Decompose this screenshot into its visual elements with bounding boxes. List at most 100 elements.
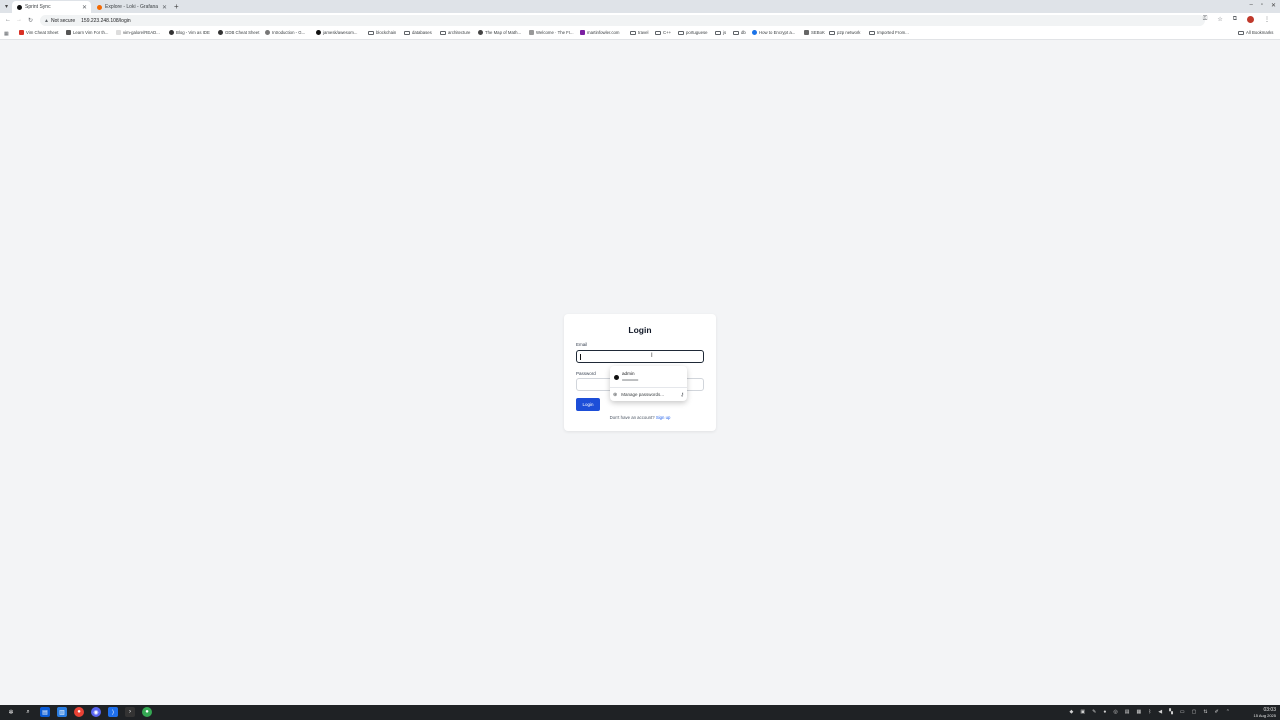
tray-app-icon[interactable]: ▦ [1136,709,1141,715]
password-manager-icon: ⊛ [613,391,618,398]
chrome-alt-icon[interactable]: ● [142,707,152,717]
tray-app-icon[interactable]: ● [1103,709,1106,715]
tab-bar: ▾ Sprint Sync ✕ Explore - Loki - Grafana… [0,0,1280,13]
password-key-icon[interactable]: ⚿ [1203,16,1208,23]
key-icon: ⚷ [680,391,684,398]
page-icon [265,30,270,35]
manage-passwords-item[interactable]: ⊛ Manage passwords... ⚷ [613,390,684,399]
display-icon[interactable]: ▢ [1192,709,1197,715]
chrome-icon[interactable]: ● [74,707,84,717]
menu-icon[interactable]: ⋮ [1264,16,1270,23]
divider [610,387,687,388]
all-bookmarks[interactable]: All Bookmarks [1238,30,1273,35]
file-manager-icon[interactable]: ▤ [40,707,50,717]
saved-username: admin [622,371,635,376]
email-field[interactable]: I [576,350,704,363]
vim-icon [19,30,24,35]
pen-icon[interactable]: ✐ [1215,709,1219,715]
tray-app-icon[interactable]: ✎ [1092,709,1096,715]
reload-icon[interactable]: ↻ [28,17,33,24]
bookmark-folder[interactable]: p2p network [829,30,860,35]
folder-icon [715,30,721,35]
bookmark-label: Introduction - G... [272,30,306,35]
forward-icon[interactable]: → [16,17,22,23]
bookmark-folder[interactable]: C++ [655,30,671,35]
bookmark-label: jamesk/awesom... [323,30,358,35]
bookmark-item[interactable]: The Map of Math... [478,30,521,35]
bookmark-folder[interactable]: js [715,30,726,35]
tray-app-icon[interactable]: ▣ [1080,709,1085,715]
tab-search-icon[interactable]: ▾ [5,3,8,10]
bookmark-label: p2p network [837,30,861,35]
tab-sprint-sync[interactable]: Sprint Sync ✕ [12,1,91,13]
page-icon [529,30,534,35]
bookmark-label: The Map of Math... [485,30,522,35]
back-icon[interactable]: ← [5,17,11,23]
tray-app-icon[interactable]: ◆ [1070,709,1074,715]
bookmark-item[interactable]: Welcome · The FI... [529,30,574,35]
bookmark-folder[interactable]: architecture [440,30,470,35]
bluetooth-icon[interactable]: ᛒ [1148,709,1151,715]
taskbar: ✲ ⌕ ▤ ▥ ● ◉ ⟩ › ● ◆ ▣ ✎ ● ◎ ▤ ▦ ᛒ ◀ ▚ ▭ … [0,705,1280,720]
clipboard-icon[interactable]: ▤ [1125,709,1130,715]
bookmark-folder[interactable]: portuguese [678,30,708,35]
folder-icon [733,30,739,35]
extensions-icon[interactable]: ⧉ [1233,16,1237,23]
bookmark-item[interactable]: SEBoK [804,30,825,35]
tab-grafana[interactable]: Explore - Loki - Grafana ✕ [92,1,171,13]
url-text[interactable]: 159.223.248.108/login [81,18,131,24]
start-menu-icon[interactable]: ✲ [6,707,16,717]
folder-icon [630,30,636,35]
page-icon [116,30,121,35]
apps-grid-icon[interactable]: ▦ [4,31,9,37]
clock[interactable]: 03:03 15 Aug 2025 [1254,707,1276,718]
search-icon[interactable]: ⌕ [23,707,33,717]
bookmark-item[interactable]: Learn Vim For th... [66,30,109,35]
files-icon[interactable]: ▥ [57,707,67,717]
close-window-icon[interactable]: ✕ [1271,2,1276,9]
bookmark-folder[interactable]: blockchain [368,30,396,35]
folder-icon [368,30,374,35]
bookmark-item[interactable]: Vim Cheat Sheet [19,30,58,35]
tab-title: Sprint Sync [25,4,51,10]
tab-title: Explore - Loki - Grafana [105,4,159,10]
bookmark-folder[interactable]: db [733,30,746,35]
bookmark-label: GDB Cheat Sheet [225,30,260,35]
folder-icon [829,30,835,35]
bookmark-folder[interactable]: travel [630,30,649,35]
discord-icon[interactable]: ◉ [91,707,101,717]
profile-avatar[interactable] [1247,16,1254,23]
battery-icon[interactable]: ▭ [1180,709,1185,715]
expand-tray-icon[interactable]: ⌃ [1226,709,1230,715]
bookmark-item[interactable]: Introduction - G... [265,30,305,35]
signup-link[interactable]: Sign up [656,415,671,420]
bookmark-star-icon[interactable]: ☆ [1217,16,1222,23]
bookmark-label: Blog - Vim as IDE [176,30,210,35]
bookmark-label: travel [638,30,649,35]
tray-app-icon[interactable]: ⇅ [1203,709,1207,715]
close-icon[interactable]: ✕ [162,4,167,11]
tray-app-icon[interactable]: ◎ [1113,709,1117,715]
bookmark-item[interactable]: jamesk/awesom... [316,30,357,35]
bookmark-item[interactable]: martinfowler.com [580,30,619,35]
security-status[interactable]: Not secure [51,18,75,24]
bookmark-label: Learn Vim For th... [73,30,109,35]
bookmark-item[interactable]: Blog - Vim as IDE [169,30,210,35]
volume-icon[interactable]: ◀ [1158,709,1162,715]
bookmark-folder[interactable]: Imported From... [869,30,909,35]
bookmark-item[interactable]: How to Encrypt a... [752,30,795,35]
terminal-icon[interactable]: › [125,707,135,717]
close-icon[interactable]: ✕ [82,4,87,11]
bookmark-label: blockchain [376,30,397,35]
minimize-icon[interactable]: – [1249,2,1252,9]
maximize-icon[interactable]: ▫ [1261,2,1263,9]
network-icon[interactable]: ▚ [1169,709,1173,715]
login-button[interactable]: Login [576,398,600,411]
new-tab-button[interactable]: + [174,2,179,11]
bookmark-folder[interactable]: databases [404,30,432,35]
bookmark-label: js [723,30,727,35]
vscode-icon[interactable]: ⟩ [108,707,118,717]
omnibox[interactable]: ▲ Not secure 159.223.248.108/login [40,15,1205,26]
bookmark-item[interactable]: vim-galore/READ... [116,30,160,35]
bookmark-item[interactable]: GDB Cheat Sheet [218,30,259,35]
